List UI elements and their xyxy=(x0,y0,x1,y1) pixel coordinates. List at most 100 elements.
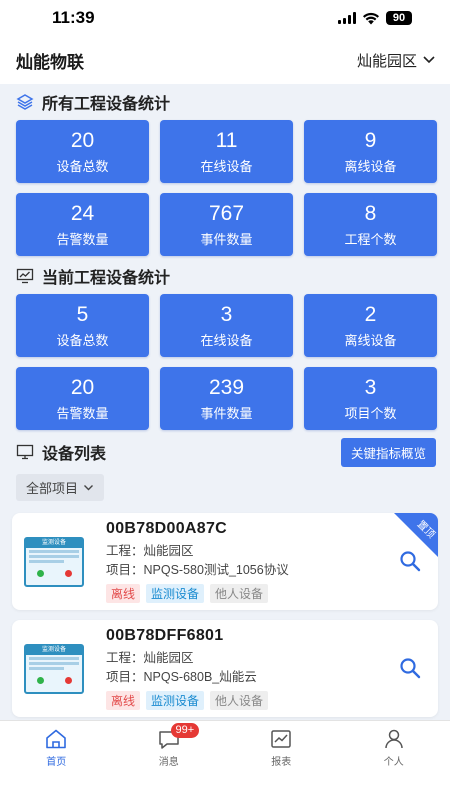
stat-value: 8 xyxy=(364,202,377,225)
tab-messages[interactable]: 99+ 消息 xyxy=(113,721,226,800)
stat-value: 239 xyxy=(208,376,245,399)
stat-label: 在线设备 xyxy=(200,159,253,174)
tab-home[interactable]: 首页 xyxy=(0,721,113,800)
project-filter-dropdown[interactable]: 全部项目 xyxy=(16,474,105,501)
status-dot-red xyxy=(64,569,72,577)
thumb-title: 监测设备 xyxy=(26,538,82,548)
monitor-icon xyxy=(16,444,34,460)
stat-label: 告警数量 xyxy=(56,406,109,421)
pinned-ribbon: 置顶 xyxy=(394,513,438,557)
search-icon[interactable] xyxy=(398,656,422,680)
cellular-signal-icon xyxy=(338,12,356,24)
type-tag: 监测设备 xyxy=(146,691,205,710)
device-item: 项目：NPQS-580测试_1056协议 xyxy=(106,563,289,577)
monitor-chart-icon xyxy=(16,268,34,284)
stat-value: 767 xyxy=(208,202,245,225)
stat-card-device-total[interactable]: 5 设备总数 xyxy=(16,294,149,357)
device-thumbnail: 监测设备 xyxy=(24,536,84,587)
stat-label: 事件数量 xyxy=(200,232,253,247)
device-list-title: 设备列表 xyxy=(12,434,106,470)
chevron-down-icon xyxy=(423,56,435,64)
status-time: 11:39 xyxy=(52,8,95,27)
stat-value: 3 xyxy=(364,376,377,399)
status-bar: 11:39 90 xyxy=(0,0,450,36)
stat-card-items[interactable]: 3 项目个数 xyxy=(304,367,437,430)
user-icon xyxy=(385,729,403,749)
stat-label: 设备总数 xyxy=(56,159,109,174)
device-tags: 离线 监测设备 他人设备 xyxy=(106,584,438,603)
app-header: 灿能物联 灿能园区 xyxy=(0,36,450,84)
layers-icon xyxy=(16,94,34,110)
stat-label: 离线设备 xyxy=(344,159,397,174)
all-stats-grid: 20 设备总数 11 在线设备 9 离线设备 24 告警数量 767 事件数量 8 工程个数 xyxy=(16,120,438,256)
stat-card-projects[interactable]: 8 工程个数 xyxy=(304,193,437,256)
app-title: 灿能物联 xyxy=(16,52,84,72)
stat-label: 工程个数 xyxy=(344,232,397,247)
current-stats-section-title: 当前工程设备统计 xyxy=(12,258,438,294)
stat-card-events[interactable]: 239 事件数量 xyxy=(160,367,293,430)
stat-value: 9 xyxy=(364,129,377,152)
device-id: 00B78D00A87C xyxy=(106,520,228,537)
device-tags: 离线 监测设备 他人设备 xyxy=(106,691,438,710)
stat-value: 3 xyxy=(220,303,233,326)
main-content: 所有工程设备统计 20 设备总数 11 在线设备 9 离线设备 24 告警数量 767 事… xyxy=(0,84,450,717)
battery-indicator: 90 xyxy=(386,11,412,25)
thumb-title: 监测设备 xyxy=(26,645,82,655)
stat-label: 设备总数 xyxy=(56,333,109,348)
stat-card-alarms[interactable]: 20 告警数量 xyxy=(16,367,149,430)
owner-tag: 他人设备 xyxy=(210,584,269,603)
report-chart-icon xyxy=(271,730,291,748)
status-tag-offline: 离线 xyxy=(106,584,141,603)
section-title-text: 所有工程设备统计 xyxy=(42,96,171,113)
device-list-header: 设备列表 关键指标概览 xyxy=(12,434,438,470)
all-stats-section-title: 所有工程设备统计 xyxy=(12,84,438,120)
stat-label: 告警数量 xyxy=(56,232,109,247)
tab-reports[interactable]: 报表 xyxy=(225,721,338,800)
status-tag-offline: 离线 xyxy=(106,691,141,710)
park-selector[interactable]: 灿能园区 xyxy=(357,50,436,71)
device-project: 工程：灿能园区 xyxy=(106,651,194,665)
stat-label: 离线设备 xyxy=(344,333,397,348)
status-dot-red xyxy=(64,676,72,684)
wifi-icon xyxy=(363,12,379,24)
pinned-label: 置顶 xyxy=(414,518,437,541)
stat-card-events[interactable]: 767 事件数量 xyxy=(160,193,293,256)
tab-label: 报表 xyxy=(271,757,292,768)
section-title-text: 当前工程设备统计 xyxy=(42,270,171,287)
device-project: 工程：灿能园区 xyxy=(106,544,194,558)
status-dot-green xyxy=(36,569,44,577)
tab-label: 个人 xyxy=(383,757,404,768)
stat-card-offline[interactable]: 2 离线设备 xyxy=(304,294,437,357)
status-dot-green xyxy=(36,676,44,684)
home-icon xyxy=(46,729,67,749)
kpi-overview-button[interactable]: 关键指标概览 xyxy=(340,437,436,467)
section-title-text: 设备列表 xyxy=(42,446,107,463)
stat-value: 20 xyxy=(70,376,95,399)
device-item: 项目：NPQS-680B_灿能云 xyxy=(106,670,257,684)
stat-value: 2 xyxy=(364,303,377,326)
bottom-tab-bar: 首页 99+ 消息 报表 个人 xyxy=(0,720,450,800)
stat-label: 在线设备 xyxy=(200,333,253,348)
device-id: 00B78DFF6801 xyxy=(106,627,224,644)
owner-tag: 他人设备 xyxy=(210,691,269,710)
device-card[interactable]: 监测设备 00B78DFF6801 工程：灿能园区 项目：NPQS-680B_灿… xyxy=(12,620,438,717)
unread-badge: 99+ xyxy=(170,723,200,738)
tab-profile[interactable]: 个人 xyxy=(338,721,450,800)
device-thumbnail: 监测设备 xyxy=(24,643,84,694)
stat-value: 20 xyxy=(70,129,95,152)
stat-label: 事件数量 xyxy=(200,406,253,421)
type-tag: 监测设备 xyxy=(146,584,205,603)
stat-card-alarms[interactable]: 24 告警数量 xyxy=(16,193,149,256)
device-info: 00B78DFF6801 工程：灿能园区 项目：NPQS-680B_灿能云 离线… xyxy=(106,627,438,710)
stat-card-online[interactable]: 3 在线设备 xyxy=(160,294,293,357)
tab-label: 消息 xyxy=(158,757,179,768)
stat-value: 24 xyxy=(70,202,95,225)
device-info: 00B78D00A87C 工程：灿能园区 项目：NPQS-580测试_1056协… xyxy=(106,520,438,603)
tab-label: 首页 xyxy=(46,757,67,768)
device-card[interactable]: 监测设备 00B78D00A87C 工程：灿能园区 项目：NPQS-580测试_… xyxy=(12,513,438,610)
project-filter-label: 全部项目 xyxy=(26,481,79,496)
stat-card-online[interactable]: 11 在线设备 xyxy=(160,120,293,183)
stat-card-offline[interactable]: 9 离线设备 xyxy=(304,120,437,183)
stat-label: 项目个数 xyxy=(344,406,397,421)
stat-card-device-total[interactable]: 20 设备总数 xyxy=(16,120,149,183)
